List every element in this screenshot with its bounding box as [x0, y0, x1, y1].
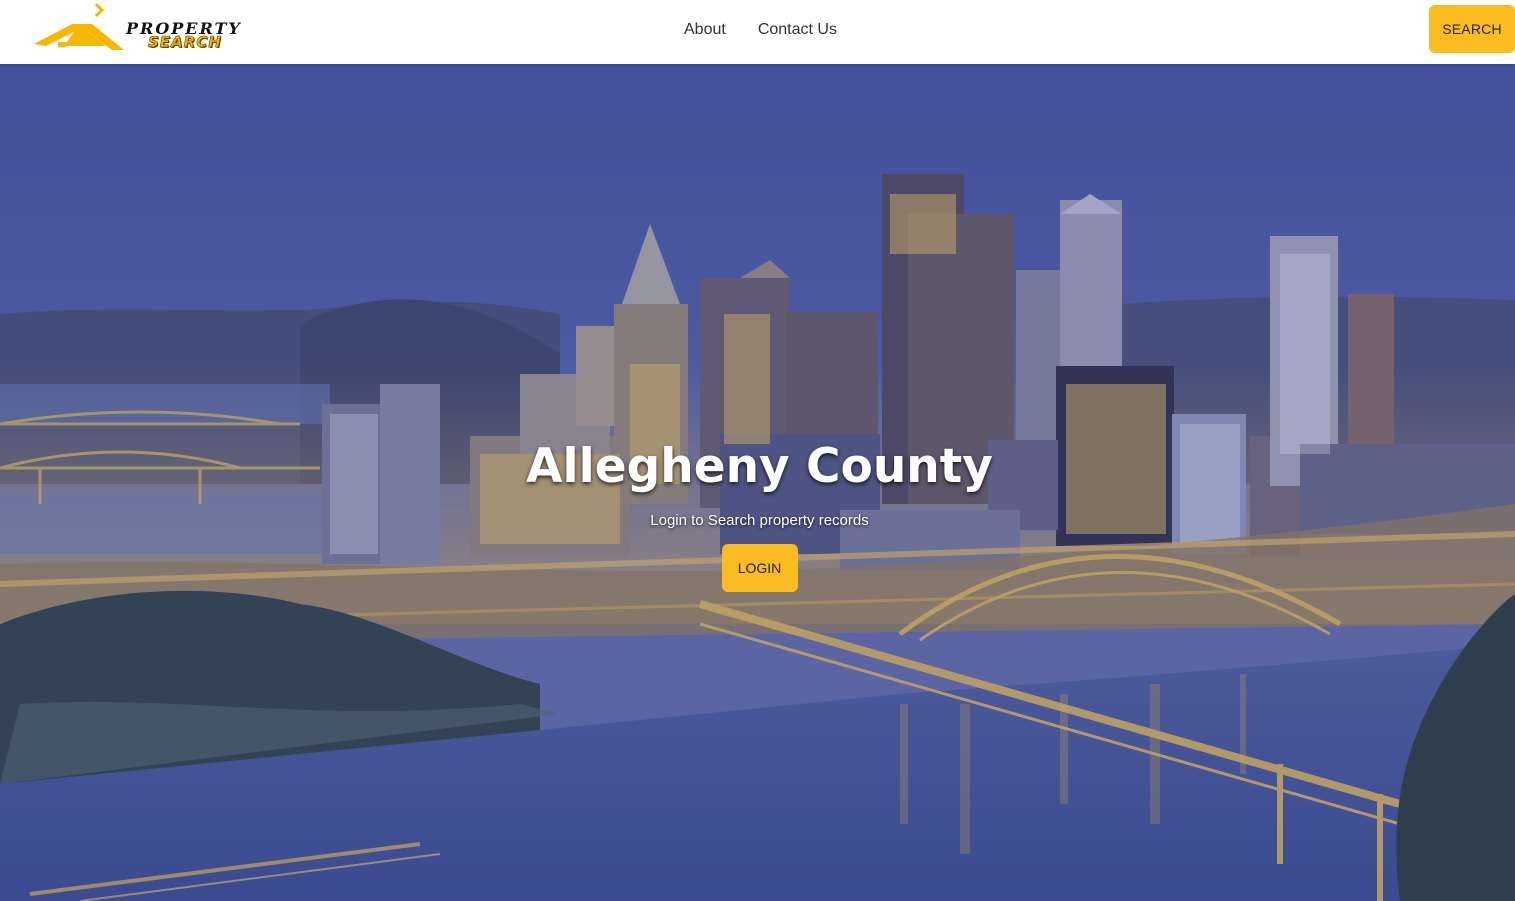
top-navbar: PROPERTY SEARCH About Contact Us SEARCH [0, 0, 1515, 64]
hero-subtitle: Login to Search property records [650, 512, 869, 529]
hero-content: Allegheny County Login to Search propert… [0, 438, 1515, 592]
login-button[interactable]: LOGIN [721, 544, 798, 592]
nav-links: About Contact Us [684, 20, 837, 40]
search-button[interactable]: SEARCH [1429, 5, 1515, 53]
house-roof-icon [34, 2, 124, 50]
logo-text-search: SEARCH [148, 33, 222, 51]
property-search-logo[interactable]: PROPERTY SEARCH [32, 2, 304, 58]
nav-link-contact-us[interactable]: Contact Us [758, 20, 837, 40]
nav-link-about[interactable]: About [684, 20, 726, 40]
hero-section: Allegheny County Login to Search propert… [0, 64, 1515, 901]
hero-title: Allegheny County [526, 439, 993, 494]
